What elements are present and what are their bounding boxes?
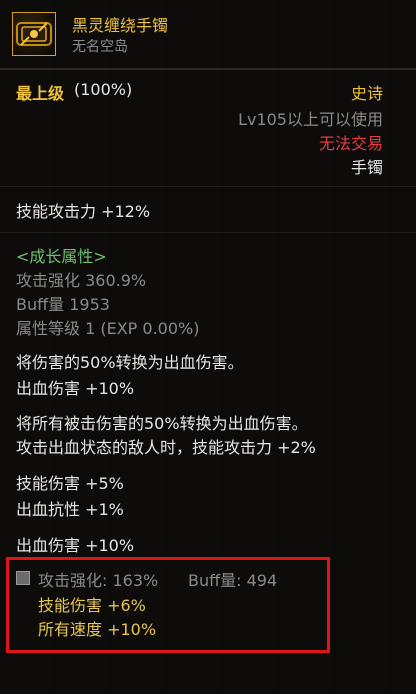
set-bonus-square-icon — [16, 571, 30, 585]
item-name: 黑灵缠绕手镯 — [72, 16, 169, 35]
item-source: 无名空岛 — [72, 39, 128, 55]
item-type: 手镯 — [350, 158, 383, 177]
effect-line: 攻击出血状态的敌人时，技能攻击力 +2% — [16, 438, 316, 457]
set-attack-boost: 攻击强化: 163% — [38, 571, 159, 590]
effect-line: 出血抗性 +1% — [16, 500, 124, 519]
quality-label: 最上级 — [16, 84, 65, 103]
item-tooltip: 黑灵缠绕手镯 无名空岛 最上级 (100%) 史诗 Lv105以上可以使用 无法… — [0, 0, 416, 694]
rarity-grade: 史诗 — [350, 84, 383, 103]
quality-percent: (100%) — [74, 80, 133, 99]
section-divider — [0, 232, 416, 233]
trade-status: 无法交易 — [318, 134, 383, 153]
effect-line: 将所有被击伤害的50%转换为出血伤害。 — [16, 414, 308, 433]
growth-title: <成长属性> — [16, 247, 107, 266]
set-bonus-line: 所有速度 +10% — [38, 620, 157, 639]
growth-buff: Buff量 1953 — [16, 295, 110, 314]
set-bonus-line: 技能伤害 +6% — [38, 596, 146, 615]
dark-bracelet-icon — [12, 12, 56, 56]
section-divider — [0, 186, 416, 187]
tooltip-header: 黑灵缠绕手镯 无名空岛 — [0, 0, 416, 66]
base-stat: 技能攻击力 +12% — [16, 202, 151, 221]
header-divider — [0, 68, 416, 70]
effect-line: 技能伤害 +5% — [16, 474, 124, 493]
growth-attr-level: 属性等级 1 (EXP 0.00%) — [16, 319, 200, 338]
effect-line: 出血伤害 +10% — [16, 536, 135, 555]
level-requirement: Lv105以上可以使用 — [238, 110, 383, 129]
effect-line: 将伤害的50%转换为出血伤害。 — [16, 353, 244, 372]
effect-line: 出血伤害 +10% — [16, 379, 135, 398]
growth-attack-boost: 攻击强化 360.9% — [16, 271, 147, 290]
set-buff: Buff量: 494 — [188, 571, 278, 590]
